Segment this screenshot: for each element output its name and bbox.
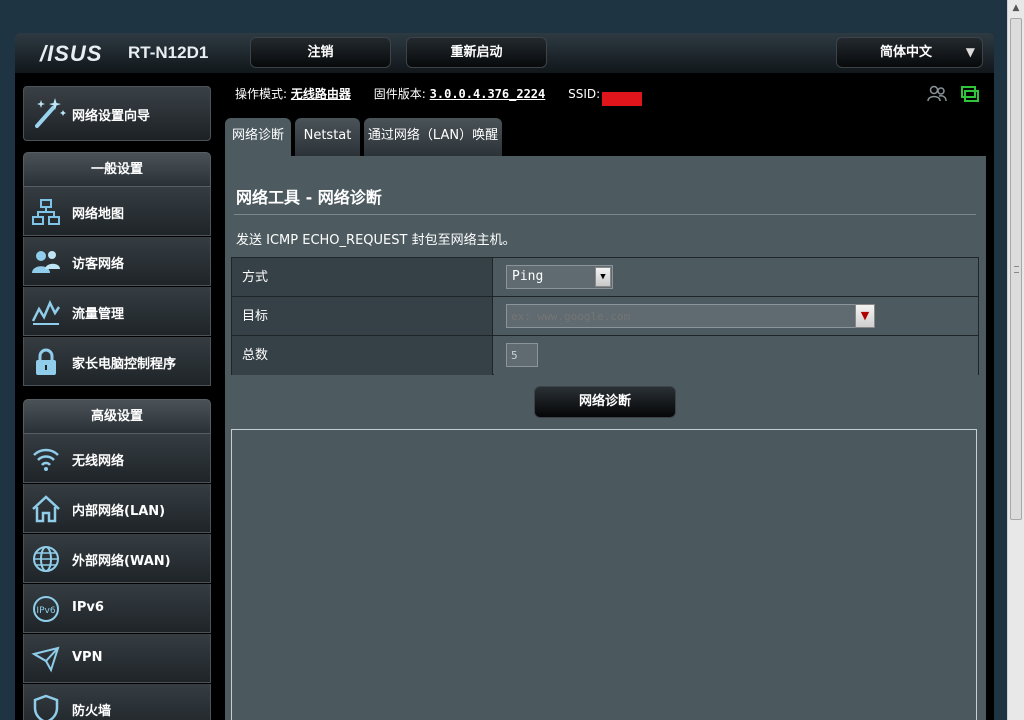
traffic-icon [31, 300, 61, 325]
form-row-target: 目标 ▼ [232, 297, 978, 336]
sidebar-item-label: 访客网络 [72, 257, 125, 272]
browser-scrollbar[interactable]: ▲ [1007, 0, 1024, 720]
general-settings-header: 一般设置 [23, 152, 211, 187]
sidebar-item-wireless[interactable]: 无线网络 [23, 434, 211, 483]
count-field-cell [494, 336, 978, 375]
method-value: Ping [512, 269, 544, 284]
ssid-value-masked[interactable]: ___ [602, 92, 643, 106]
target-field-cell: ▼ [494, 297, 978, 335]
target-dropdown-icon[interactable]: ▼ [855, 304, 875, 328]
chevron-down-icon[interactable]: ▼ [595, 267, 611, 287]
sidebar-item-vpn[interactable]: VPN [23, 634, 211, 683]
sidebar-item-wan[interactable]: 外部网络(WAN) [23, 534, 211, 583]
usb-status-icon[interactable] [960, 85, 980, 103]
network-map-icon [32, 199, 60, 225]
thumb-grip-icon [1014, 266, 1019, 273]
clients-status-icon[interactable] [927, 85, 947, 103]
router-model: RT-N12D1 [128, 43, 209, 62]
wizard-label: 网络设置向导 [72, 109, 151, 124]
form-row-count: 总数 [232, 336, 978, 375]
home-icon [32, 495, 60, 523]
asus-logo: /ISUS [40, 41, 103, 66]
tab-network-diagnostics[interactable]: 网络诊断 [225, 118, 291, 156]
target-input[interactable] [506, 304, 856, 328]
firmware-label: 固件版本: [373, 87, 426, 101]
page-title: 网络工具 - 网络诊断 [236, 188, 382, 207]
quick-setup-wizard-button[interactable]: 网络设置向导 [23, 86, 211, 141]
ipv6-icon: IPv6 [33, 596, 59, 622]
chevron-down-icon: ▼ [965, 45, 975, 59]
sidebar-item-parental-control[interactable]: 家长电脑控制程序 [23, 337, 211, 386]
method-field-cell: Ping ▼ [494, 258, 978, 296]
count-label: 总数 [232, 336, 493, 375]
target-label: 目标 [232, 297, 493, 335]
reboot-button[interactable]: 重新启动 [406, 37, 547, 68]
operation-mode-label: 操作模式: [235, 87, 288, 101]
sidebar-item-label: IPv6 [72, 600, 104, 615]
sidebar-item-label: 防火墙 [72, 704, 112, 719]
lock-icon [36, 348, 56, 375]
sidebar-item-label: 内部网络(LAN) [72, 504, 166, 519]
sidebar-item-firewall[interactable]: 防火墙 [23, 684, 211, 720]
sidebar-item-traffic-manager[interactable]: 流量管理 [23, 287, 211, 336]
run-diagnostic-button[interactable]: 网络诊断 [534, 386, 676, 418]
method-select[interactable]: Ping ▼ [506, 265, 613, 289]
status-icons [927, 85, 980, 104]
count-input[interactable] [506, 343, 538, 367]
sidebar-item-label: VPN [72, 650, 103, 665]
svg-text:IPv6: IPv6 [36, 606, 55, 616]
firmware-version-link[interactable]: 3.0.0.4.376_2224 [430, 87, 546, 101]
scrollbar-thumb[interactable] [1010, 18, 1022, 520]
logout-button[interactable]: 注销 [250, 37, 391, 68]
form-row-method: 方式 Ping ▼ [232, 258, 978, 297]
result-output-area[interactable] [231, 429, 977, 720]
method-label: 方式 [232, 258, 493, 296]
language-value: 简体中文 [880, 45, 933, 60]
language-select[interactable]: 简体中文 ▼ [836, 37, 983, 68]
sidebar-item-label: 无线网络 [72, 454, 125, 469]
sidebar-item-label: 外部网络(WAN) [72, 554, 171, 569]
operation-mode-link[interactable]: 无线路由器 [291, 87, 351, 101]
sidebar-item-label: 流量管理 [72, 307, 125, 322]
sidebar-item-label: 家长电脑控制程序 [72, 357, 177, 372]
wifi-icon [33, 448, 59, 471]
page-description: 发送 ICMP ECHO_REQUEST 封包至网络主机。 [236, 233, 516, 248]
sidebar-item-lan[interactable]: 内部网络(LAN) [23, 484, 211, 533]
sidebar-item-ipv6[interactable]: IPv6 IPv6 [23, 584, 211, 633]
vpn-icon [31, 646, 60, 673]
diagnostic-form: 方式 Ping ▼ 目标 ▼ 总数 [231, 257, 979, 375]
scroll-up-arrow-icon[interactable]: ▲ [1008, 0, 1024, 16]
magic-wand-icon [35, 98, 66, 128]
sidebar-item-label: 网络地图 [72, 207, 125, 222]
tab-wake-on-lan[interactable]: 通过网络（LAN）唤醒 [364, 118, 502, 156]
advanced-settings-header: 高级设置 [23, 399, 211, 434]
title-divider [234, 214, 976, 215]
globe-icon [33, 546, 59, 572]
status-line: 操作模式: 无线路由器 固件版本: 3.0.0.4.376_2224 SSID:… [235, 85, 643, 106]
sidebar-item-guest-network[interactable]: 访客网络 [23, 237, 211, 286]
sidebar-item-network-map[interactable]: 网络地图 [23, 187, 211, 236]
ssid-label: SSID: [568, 87, 601, 101]
tab-netstat[interactable]: Netstat [295, 118, 360, 156]
guest-network-icon [32, 251, 60, 273]
shield-icon [33, 694, 59, 720]
